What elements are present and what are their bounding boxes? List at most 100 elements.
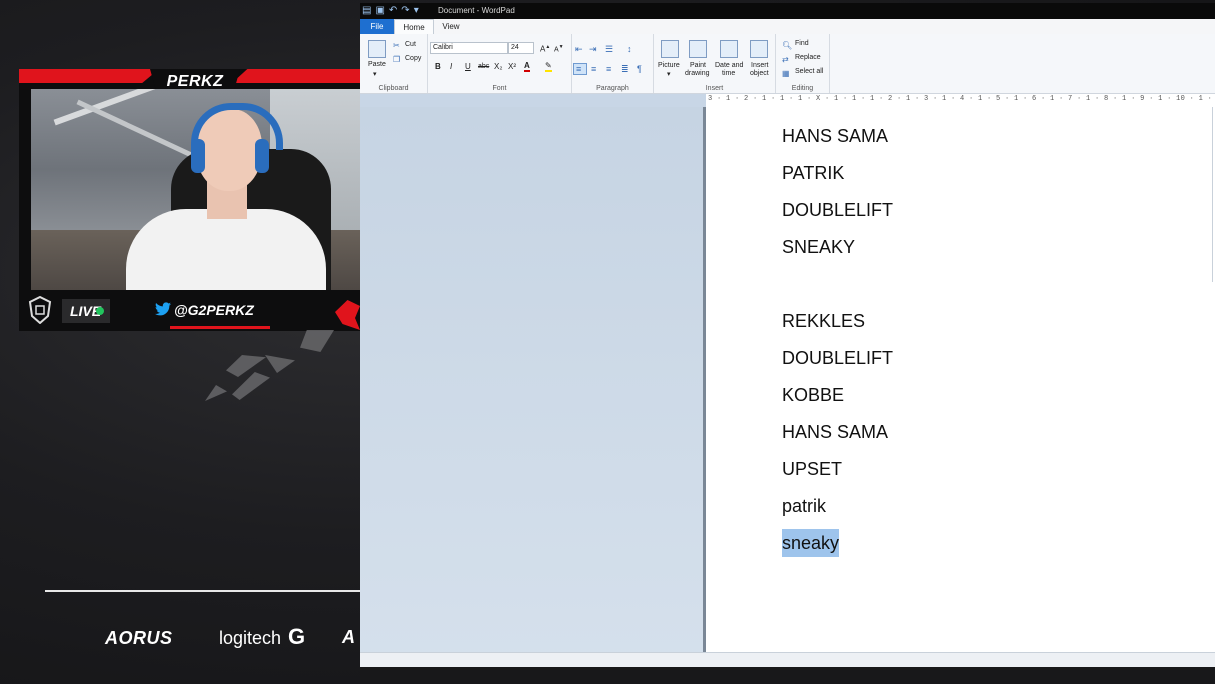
paint-drawing-button-line2[interactable]: drawing (685, 70, 710, 77)
date-time-icon[interactable] (720, 40, 738, 58)
document-line[interactable]: DOUBLELIFT (782, 347, 893, 369)
paragraph-settings-icon[interactable]: ¶ (637, 63, 642, 75)
line-spacing-icon[interactable]: ↕ (627, 43, 632, 55)
date-time-button[interactable]: Date and (715, 62, 743, 69)
find-button[interactable]: Find (795, 40, 809, 47)
align-center-icon[interactable]: ≡ (591, 63, 596, 75)
grow-font-icon[interactable]: A▲ (540, 44, 550, 54)
increase-indent-icon[interactable]: ⇥ (589, 43, 597, 55)
app-icon[interactable]: ▤ (362, 5, 371, 17)
document-page[interactable]: HANS SAMA PATRIK DOUBLELIFT SNEAKY REKKL… (706, 107, 1215, 652)
document-line[interactable]: patrik (782, 495, 826, 517)
document-line[interactable]: DOUBLELIFT (782, 199, 893, 221)
replace-button[interactable]: Replace (795, 54, 821, 61)
sponsor-logitech-logo: logitech (219, 628, 282, 648)
title-bar: ▤ ▣ ↶ ↷ ▾ Document - WordPad (360, 3, 1215, 19)
highlight-color-button[interactable]: ✎ (545, 61, 552, 72)
live-status-dot (96, 307, 104, 315)
save-icon[interactable]: ▣ (375, 5, 384, 17)
clipboard-group-label: Clipboard (378, 85, 409, 92)
tab-file[interactable]: File (360, 19, 394, 34)
headset-earcup-left (191, 139, 205, 173)
insert-group-label: Insert (705, 85, 724, 92)
streamer-shirt (126, 209, 326, 290)
redo-icon[interactable]: ↷ (401, 5, 409, 17)
paragraph-group: ⇤ ⇥ ☰ ↕ ≡ ≡ ≡ ≣ ¶ Paragraph (572, 34, 654, 93)
insert-object-button[interactable]: Insert (751, 62, 769, 69)
status-bar (360, 652, 1215, 667)
decrease-indent-icon[interactable]: ⇤ (575, 43, 583, 55)
twitter-handle: @G2PERKZ (174, 302, 254, 318)
find-icon[interactable]: 🔍︎ (782, 40, 792, 52)
document-background (360, 107, 706, 667)
text-color-button[interactable]: A (524, 61, 530, 72)
editing-group-label: Editing (791, 85, 814, 92)
ruler[interactable]: 3 · 1 · 2 · 1 · 1 · 1 · X · 1 · 1 · 1 · … (706, 94, 1215, 108)
document-line[interactable]: UPSET (782, 458, 842, 480)
justify-icon[interactable]: ≣ (621, 63, 629, 75)
bullet-list-icon[interactable]: ☰ (605, 43, 613, 55)
cut-button[interactable]: Cut (405, 41, 416, 48)
paste-button[interactable]: Paste (368, 61, 386, 68)
selected-text[interactable]: sneaky (782, 529, 840, 557)
bold-button[interactable]: B (435, 62, 441, 71)
customize-toolbar-icon[interactable]: ▾ (414, 5, 419, 17)
font-family-select[interactable]: Calibri (430, 42, 508, 54)
sponsor-aorus-logo: AORUS (105, 628, 173, 648)
document-line[interactable]: PATRIK (782, 162, 844, 184)
quick-access-toolbar: ▤ ▣ ↶ ↷ ▾ (362, 5, 419, 17)
red-accent-line (170, 326, 270, 329)
shrink-font-icon[interactable]: A▼ (554, 44, 564, 53)
paint-drawing-icon[interactable] (689, 40, 707, 58)
font-size-select[interactable]: 24 (508, 42, 534, 54)
vertical-scrollbar-edge[interactable] (1212, 107, 1213, 282)
webcam-red-accent-left (19, 69, 159, 83)
logitech-g-icon: G (288, 624, 306, 649)
overlay-divider (45, 590, 360, 592)
underline-button[interactable]: U (465, 62, 471, 71)
font-group-label: Font (492, 85, 507, 92)
select-all-button[interactable]: Select all (795, 68, 823, 75)
document-line[interactable]: HANS SAMA (782, 421, 888, 443)
superscript-button[interactable]: X² (508, 62, 516, 71)
paste-dropdown-icon[interactable]: ▾ (373, 70, 377, 78)
cut-icon[interactable]: ✂ (393, 40, 400, 52)
select-all-icon[interactable]: ▦ (782, 68, 790, 80)
paste-icon[interactable] (368, 40, 386, 58)
document-line[interactable]: KOBBE (782, 384, 844, 406)
align-left-icon: ≡ (576, 64, 582, 74)
replace-icon[interactable]: ⇄ (782, 54, 789, 66)
ribbon-tab-bar (360, 19, 1215, 34)
picture-dropdown-icon[interactable]: ▾ (667, 70, 671, 78)
subscript-button[interactable]: X₂ (494, 62, 502, 71)
tab-view[interactable]: View (436, 19, 466, 34)
undo-icon[interactable]: ↶ (389, 5, 397, 17)
picture-icon[interactable] (661, 40, 679, 58)
insert-object-button-line2[interactable]: object (750, 70, 769, 77)
document-line[interactable]: HANS SAMA (782, 125, 888, 147)
document-line[interactable]: SNEAKY (782, 236, 855, 258)
overlay-bottom-strip (360, 667, 1215, 684)
webcam-video (31, 89, 360, 290)
italic-button[interactable]: I (450, 62, 452, 71)
text-selection-highlight[interactable]: sneaky (782, 529, 840, 557)
copy-icon[interactable]: ❐ (393, 54, 400, 66)
picture-button[interactable]: Picture (658, 62, 680, 69)
ceiling-beam (76, 99, 206, 164)
twitter-icon (155, 302, 171, 320)
strikethrough-button[interactable]: abc (478, 63, 489, 70)
date-time-button-line2[interactable]: time (722, 70, 735, 77)
g2-esports-logo-icon (28, 295, 52, 325)
ruler-markings: 3 · 1 · 2 · 1 · 1 · 1 · X · 1 · 1 · 1 · … (708, 95, 1215, 103)
align-right-icon[interactable]: ≡ (606, 63, 611, 75)
window-title: Document - WordPad (438, 6, 515, 15)
paint-drawing-button[interactable]: Paint (690, 62, 706, 69)
clipboard-group: Paste ▾ ✂ Cut ❐ Copy Clipboard (360, 34, 428, 93)
headset-earcup-right (255, 139, 269, 173)
copy-button[interactable]: Copy (405, 55, 421, 62)
wordpad-window: ▤ ▣ ↶ ↷ ▾ Document - WordPad File Home V… (360, 3, 1215, 667)
tab-home[interactable]: Home (394, 19, 434, 34)
insert-object-icon[interactable] (750, 40, 768, 58)
webcam-red-accent-right (232, 69, 360, 83)
document-line[interactable]: REKKLES (782, 310, 865, 332)
